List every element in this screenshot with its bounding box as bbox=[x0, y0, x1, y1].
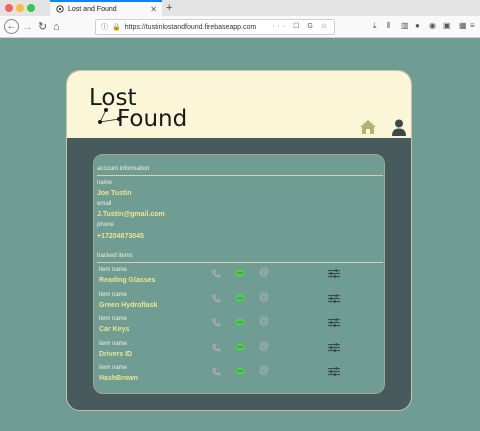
extension-icon[interactable]: ◉ bbox=[429, 21, 436, 31]
chat-icon[interactable] bbox=[235, 294, 245, 303]
item-name-value: HashBrown bbox=[99, 375, 138, 382]
back-button[interactable]: ← bbox=[4, 19, 19, 34]
email-value: J.Tustin@gmail.com bbox=[97, 211, 165, 218]
new-tab-button[interactable]: + bbox=[166, 1, 172, 15]
tracked-item-row: item name HashBrown @ bbox=[94, 365, 386, 389]
name-label: name bbox=[97, 180, 113, 186]
settings-sliders-icon[interactable] bbox=[328, 367, 340, 376]
item-name-label: item name bbox=[99, 340, 128, 347]
item-name-value: Reading Glasses bbox=[99, 277, 156, 284]
screenshot-icon[interactable]: ▣ bbox=[443, 21, 451, 31]
email-at-icon[interactable]: @ bbox=[259, 267, 269, 279]
home-nav-icon[interactable] bbox=[360, 120, 376, 134]
name-value: Joe Tustin bbox=[97, 190, 132, 197]
item-name-value: Car Keys bbox=[99, 326, 130, 333]
item-name-label: item name bbox=[99, 267, 128, 273]
chat-icon[interactable] bbox=[235, 269, 245, 278]
chat-icon[interactable] bbox=[235, 367, 245, 376]
reload-button[interactable]: ↻ bbox=[38, 20, 47, 34]
tracked-item-row: item name Drivers ID @ bbox=[94, 341, 386, 365]
library-icon[interactable]: ⫴ bbox=[387, 21, 390, 31]
home-button[interactable]: ⌂ bbox=[53, 20, 60, 34]
item-name-value: Green Hydroflask bbox=[99, 301, 158, 309]
lost-and-found-logo: Lost Found bbox=[89, 85, 189, 135]
lock-icon[interactable]: 🔒 bbox=[112, 23, 121, 31]
item-name-label: item name bbox=[99, 316, 128, 322]
account-panel: account information name Joe Tustin emai… bbox=[93, 154, 385, 394]
site-favicon-icon bbox=[56, 5, 64, 13]
app-card: Lost Found account information name Joe … bbox=[66, 70, 412, 411]
sidebar-icon[interactable]: ▥ bbox=[401, 21, 409, 31]
phone-icon[interactable] bbox=[212, 269, 221, 278]
url-text[interactable]: https://tustinlostandfound.firebaseapp.c… bbox=[125, 24, 257, 31]
settings-sliders-icon[interactable] bbox=[328, 293, 340, 303]
browser-toolbar: ← → ↻ ⌂ ⓘ 🔒 https://tustinlostandfound.f… bbox=[0, 16, 480, 38]
item-name-label: item name bbox=[99, 365, 128, 371]
tracked-section-title: tracked items bbox=[97, 253, 133, 259]
phone-icon[interactable] bbox=[212, 342, 221, 352]
phone-icon[interactable] bbox=[212, 367, 221, 376]
phone-label: phone bbox=[97, 222, 114, 228]
tracked-item-row: item name Car Keys @ bbox=[94, 316, 386, 340]
maximize-window-button[interactable] bbox=[27, 4, 35, 12]
tracked-item-row: item name Reading Glasses @ bbox=[94, 267, 386, 291]
email-at-icon[interactable]: @ bbox=[259, 316, 269, 328]
close-tab-icon[interactable]: ✕ bbox=[150, 5, 157, 14]
account-section-divider bbox=[97, 175, 383, 176]
app-header: Lost Found bbox=[67, 71, 411, 138]
browser-tab[interactable]: Lost and Found ✕ bbox=[50, 0, 162, 16]
url-bar[interactable]: ⓘ 🔒 https://tustinlostandfound.firebasea… bbox=[95, 19, 335, 35]
email-at-icon[interactable]: @ bbox=[259, 365, 269, 377]
phone-value: +17204873045 bbox=[97, 233, 144, 240]
user-profile-icon[interactable] bbox=[392, 119, 406, 136]
phone-icon[interactable] bbox=[212, 318, 221, 327]
logo-connector-icon bbox=[98, 108, 121, 124]
tracked-section-divider bbox=[97, 262, 383, 263]
account-section-title: account information bbox=[97, 166, 150, 172]
download-icon[interactable]: ⤓ bbox=[373, 21, 377, 31]
minimize-window-button[interactable] bbox=[16, 4, 24, 12]
item-name-label: item name bbox=[99, 291, 128, 298]
settings-sliders-icon[interactable] bbox=[328, 269, 340, 278]
account-icon[interactable]: ● bbox=[415, 21, 420, 31]
email-label: email bbox=[97, 201, 112, 207]
close-window-button[interactable] bbox=[5, 4, 13, 12]
chat-icon[interactable] bbox=[235, 318, 245, 327]
browser-tab-bar: Lost and Found ✕ + bbox=[0, 0, 480, 16]
menu-icon[interactable]: ≡ bbox=[470, 21, 475, 31]
phone-icon[interactable] bbox=[212, 293, 221, 303]
info-icon[interactable]: ⓘ bbox=[101, 22, 108, 32]
email-at-icon[interactable]: @ bbox=[259, 341, 269, 353]
item-name-value: Drivers ID bbox=[99, 350, 133, 358]
tab-title: Lost and Found bbox=[68, 5, 117, 13]
chat-icon[interactable] bbox=[235, 343, 245, 352]
forward-button[interactable]: → bbox=[22, 20, 33, 34]
tracked-item-row: item name Green Hydroflask @ bbox=[94, 292, 386, 316]
settings-sliders-icon[interactable] bbox=[328, 318, 340, 327]
url-actions[interactable]: ··· ☐ G ☆ bbox=[272, 22, 330, 30]
email-at-icon[interactable]: @ bbox=[259, 292, 269, 304]
settings-sliders-icon[interactable] bbox=[328, 342, 340, 352]
extension-grid-icon[interactable]: ▦ bbox=[459, 21, 467, 31]
